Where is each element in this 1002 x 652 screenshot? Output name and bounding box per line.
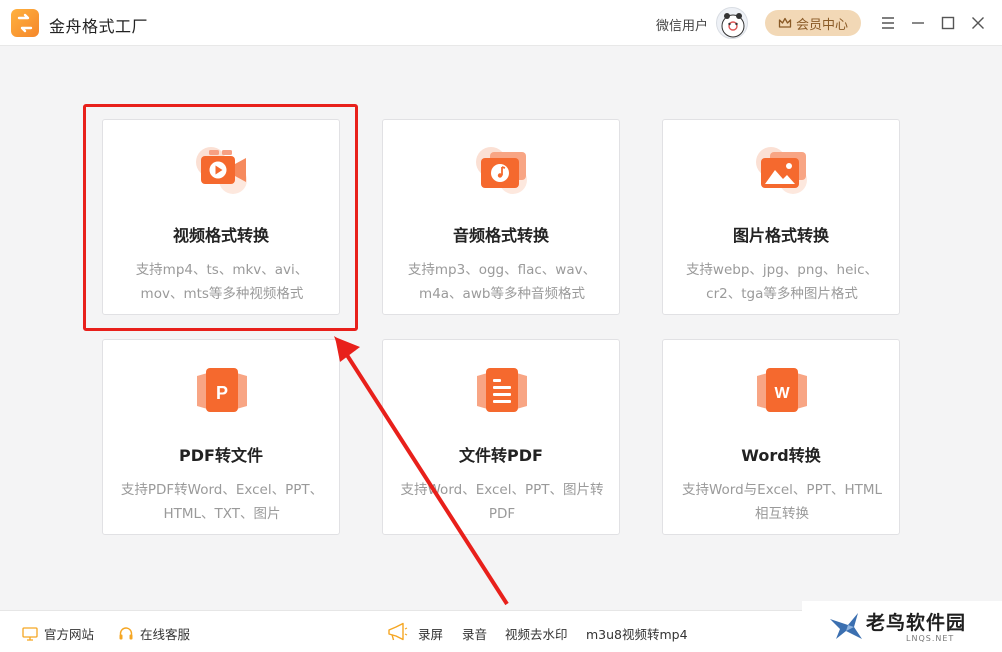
crown-icon <box>778 17 792 28</box>
video-icon <box>196 147 247 194</box>
card-description: 支持mp4、ts、mkv、avi、mov、mts等多种视频格式 <box>135 262 309 302</box>
vip-center-label: 会员中心 <box>795 17 848 33</box>
close-icon[interactable] <box>968 13 988 33</box>
app-title: 金舟格式工厂 <box>49 17 149 36</box>
pdf-icon: P <box>197 368 247 412</box>
card-title: 文件转PDF <box>459 446 543 465</box>
audio-convert-card[interactable]: 音频格式转换 支持mp3、ogg、flac、wav、m4a、awb等多种音频格式 <box>382 119 620 315</box>
word-icon: W <box>757 368 807 412</box>
bird-logo-icon <box>830 613 862 639</box>
official-website-link[interactable]: 官方网站 <box>22 624 94 643</box>
menu-icon[interactable] <box>878 13 898 33</box>
maximize-icon[interactable] <box>938 13 958 33</box>
megaphone-icon <box>388 622 408 641</box>
card-description: 支持PDF转Word、Excel、PPT、HTML、TXT、图片 <box>120 482 324 522</box>
remove-watermark-link[interactable]: 视频去水印 <box>505 624 568 643</box>
online-support-label: 在线客服 <box>140 627 191 642</box>
card-title: Word转换 <box>741 446 821 465</box>
app-logo-icon <box>11 9 39 37</box>
audio-icon <box>476 147 527 194</box>
record-audio-link[interactable]: 录音 <box>462 624 487 643</box>
user-name[interactable]: 微信用户 <box>656 15 708 34</box>
headset-icon <box>119 626 133 639</box>
card-description: 支持Word与Excel、PPT、HTML相互转换 <box>681 482 883 522</box>
svg-text:W: W <box>774 385 790 402</box>
file-to-pdf-card[interactable]: 文件转PDF 支持Word、Excel、PPT、图片转PDF <box>382 339 620 535</box>
image-icon <box>756 147 807 194</box>
minimize-icon[interactable] <box>908 13 928 33</box>
watermark-text: 老鸟软件园 <box>866 612 967 634</box>
avatar[interactable] <box>716 7 748 39</box>
record-screen-link[interactable]: 录屏 <box>418 624 443 643</box>
card-title: 音频格式转换 <box>452 226 549 245</box>
title-bar: 金舟格式工厂 微信用户 会员中心 <box>0 0 1002 46</box>
m3u8-to-mp4-link[interactable]: m3u8视频转mp4 <box>586 624 688 643</box>
card-title: 视频格式转换 <box>172 226 269 245</box>
official-website-label: 官方网站 <box>44 627 95 642</box>
watermark-subtext: LNQS.NET <box>906 634 955 643</box>
pdf-to-file-card[interactable]: P PDF转文件 支持PDF转Word、Excel、PPT、HTML、TXT、图… <box>102 339 340 535</box>
card-title: PDF转文件 <box>179 446 263 465</box>
card-description: 支持webp、jpg、png、heic、cr2、tga等多种图片格式 <box>685 262 879 302</box>
card-description: 支持mp3、ogg、flac、wav、m4a、awb等多种音频格式 <box>407 262 597 302</box>
card-title: 图片格式转换 <box>732 226 829 245</box>
video-convert-card[interactable]: 视频格式转换 支持mp4、ts、mkv、avi、mov、mts等多种视频格式 <box>102 119 340 315</box>
image-convert-card[interactable]: 图片格式转换 支持webp、jpg、png、heic、cr2、tga等多种图片格… <box>662 119 900 315</box>
online-support-link[interactable]: 在线客服 <box>118 624 190 643</box>
vip-center-button[interactable]: 会员中心 <box>765 10 861 36</box>
annotation-arrow <box>334 336 509 606</box>
watermark: 老鸟软件园 LNQS.NET <box>802 601 1002 652</box>
monitor-icon <box>22 626 38 641</box>
card-description: 支持Word、Excel、PPT、图片转PDF <box>400 482 604 522</box>
document-icon <box>477 368 527 412</box>
svg-text:P: P <box>216 383 228 403</box>
word-convert-card[interactable]: W Word转换 支持Word与Excel、PPT、HTML相互转换 <box>662 339 900 535</box>
